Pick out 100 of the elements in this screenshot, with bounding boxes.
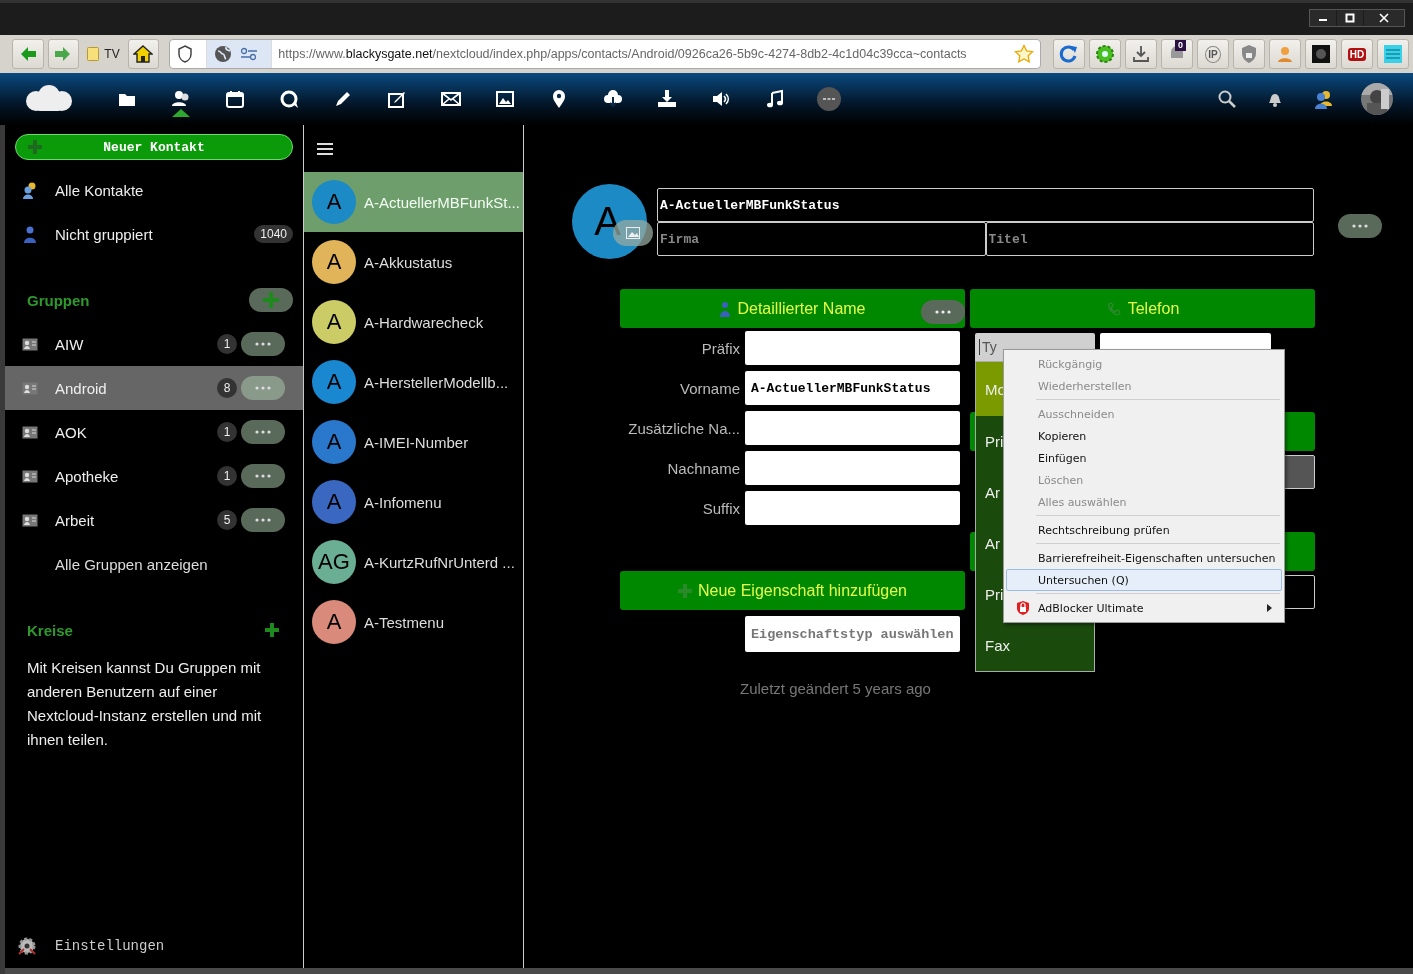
- menu-item[interactable]: Einfügen: [1006, 447, 1282, 469]
- count-badge: 1040: [254, 225, 293, 243]
- settings-item[interactable]: Einstellungen: [17, 936, 165, 956]
- count-badge: 5: [217, 510, 237, 530]
- extension-button[interactable]: HD: [1341, 39, 1373, 69]
- contact-avatar: A: [312, 300, 356, 344]
- more-icon: [817, 87, 841, 111]
- ellipsis-icon: [255, 342, 271, 346]
- menu-icon: [317, 142, 333, 155]
- back-button[interactable]: [12, 39, 44, 69]
- contact-card-icon: [20, 381, 40, 395]
- name-field[interactable]: A-ActuellerMBFunkStatus: [657, 188, 1314, 222]
- contact-item[interactable]: A A-Hardwarecheck: [304, 292, 523, 352]
- menu-item[interactable]: Untersuchen (Q): [1006, 569, 1282, 591]
- menu-item[interactable]: Kopieren: [1006, 425, 1282, 447]
- home-button[interactable]: [127, 39, 160, 69]
- search-icon: [1217, 89, 1237, 109]
- menu-item[interactable]: Barrierefreiheit-Eigenschaften untersuchen: [1006, 547, 1282, 569]
- input-field[interactable]: A-ActuellerMBFunkStatus: [745, 371, 960, 405]
- more-button[interactable]: [241, 332, 285, 356]
- notification-badge: 0: [1175, 40, 1186, 51]
- search-button[interactable]: [1217, 89, 1237, 109]
- sidebar-item[interactable]: Nicht gruppiert 1040: [5, 212, 293, 256]
- maximize-icon[interactable]: [1337, 10, 1363, 26]
- contact-item[interactable]: A A-IMEI-Number: [304, 412, 523, 472]
- extension-button[interactable]: 0: [1161, 39, 1193, 69]
- ellipsis-icon: [255, 430, 271, 434]
- chat-icon: [279, 89, 299, 109]
- person-icon: [719, 300, 732, 317]
- section-title: Gruppen: [27, 291, 90, 309]
- plus-icon: [677, 583, 692, 598]
- group-item[interactable]: AIW 1: [5, 322, 293, 366]
- group-item[interactable]: Apotheke 1: [5, 454, 293, 498]
- input-field[interactable]: [745, 411, 960, 445]
- minimize-icon[interactable]: [1310, 10, 1336, 26]
- plus-icon: [263, 292, 279, 308]
- square-icon: [1311, 44, 1331, 64]
- contact-item[interactable]: A A-Testmenu: [304, 592, 523, 652]
- more-button[interactable]: [241, 464, 285, 488]
- ellipsis-icon: [935, 310, 951, 314]
- group-item[interactable]: AOK 1: [5, 410, 293, 454]
- add-group-button[interactable]: [249, 288, 293, 312]
- download-button[interactable]: [1125, 39, 1157, 69]
- title-field[interactable]: Titel: [985, 222, 1314, 256]
- menu-button[interactable]: [1377, 39, 1409, 69]
- section-header: Neue Eigenschaft hinzufügen: [620, 571, 965, 610]
- dropdown-option[interactable]: Fax: [976, 620, 1094, 671]
- contact-avatar: A: [312, 180, 356, 224]
- gear-icon: [17, 936, 37, 956]
- input-field[interactable]: [745, 451, 960, 485]
- show-all-groups-link[interactable]: Alle Gruppen anzeigen: [5, 542, 293, 586]
- permissions-icon[interactable]: [240, 47, 259, 61]
- ellipsis-icon: [255, 386, 271, 390]
- property-type-select[interactable]: Eigenschaftstyp auswählen: [745, 616, 960, 652]
- section-header: Detaillierter Name: [620, 289, 965, 328]
- plus-icon: [28, 140, 42, 154]
- group-item[interactable]: Arbeit 5: [5, 498, 293, 542]
- close-icon[interactable]: [1364, 10, 1404, 26]
- menu-item[interactable]: AdBlocker Ultimate: [1006, 597, 1282, 619]
- contact-item[interactable]: A A-ActuellerMBFunkSt...: [304, 172, 523, 232]
- field-label: Präfix: [700, 339, 741, 357]
- globe-icon[interactable]: [214, 45, 233, 63]
- more-button[interactable]: [241, 508, 285, 532]
- count-badge: 1: [217, 466, 237, 486]
- menu-icon: [1383, 44, 1403, 64]
- field-label: Vorname: [678, 379, 741, 397]
- contact-item[interactable]: AG A-KurtzRufNrUnterd ...: [304, 532, 523, 592]
- company-field[interactable]: Firma: [657, 222, 986, 256]
- extension-button[interactable]: IP: [1197, 39, 1229, 69]
- people-button[interactable]: [1313, 89, 1333, 109]
- more-button[interactable]: [1338, 214, 1382, 238]
- contact-avatar: A: [312, 480, 356, 524]
- contact-card-icon: [20, 425, 40, 439]
- contact-item[interactable]: A A-Akkustatus: [304, 232, 523, 292]
- contact-item[interactable]: A A-Infomenu: [304, 472, 523, 532]
- forward-button[interactable]: [47, 39, 80, 69]
- contact-card-icon: [20, 469, 40, 483]
- address-bar[interactable]: https://www.blackysgate.net/nextcloud/index.php/apps/contacts/Android/0926ca26-5b9c-4274-8db2-4c1d04c39cca~contacts: [169, 39, 1041, 69]
- star-icon[interactable]: [1014, 44, 1034, 64]
- home-icon: [133, 44, 154, 64]
- download-icon: [657, 89, 677, 109]
- group-item[interactable]: Android 8: [5, 366, 303, 410]
- input-field[interactable]: [745, 491, 960, 525]
- url-text[interactable]: https://www.blackysgate.net/nextcloud/index.php/apps/contacts/Android/0926ca26-5b9c-4274-8db2-4c1d04c39cca~contacts: [272, 47, 1014, 61]
- sidebar-item[interactable]: Alle Kontakte: [5, 168, 293, 212]
- section-header: Telefon: [970, 289, 1315, 328]
- more-button[interactable]: [241, 420, 285, 444]
- last-modified-text: Zuletzt geändert 5 years ago: [739, 680, 932, 697]
- count-badge: 1: [217, 422, 237, 442]
- notes-icon: [387, 89, 407, 109]
- extension-button[interactable]: [1305, 39, 1337, 69]
- contact-avatar: AG: [312, 540, 356, 584]
- bookmark-folder[interactable]: TV: [83, 47, 124, 61]
- menu-item[interactable]: Rechtschreibung prüfen: [1006, 519, 1282, 541]
- input-field[interactable]: [745, 331, 960, 365]
- new-contact-button[interactable]: Neuer Kontakt: [15, 134, 293, 160]
- folder-icon: [87, 47, 100, 61]
- contact-item[interactable]: A A-HerstellerModellb...: [304, 352, 523, 412]
- reload-button[interactable]: [1053, 39, 1085, 69]
- shield-icon[interactable]: [177, 45, 194, 63]
